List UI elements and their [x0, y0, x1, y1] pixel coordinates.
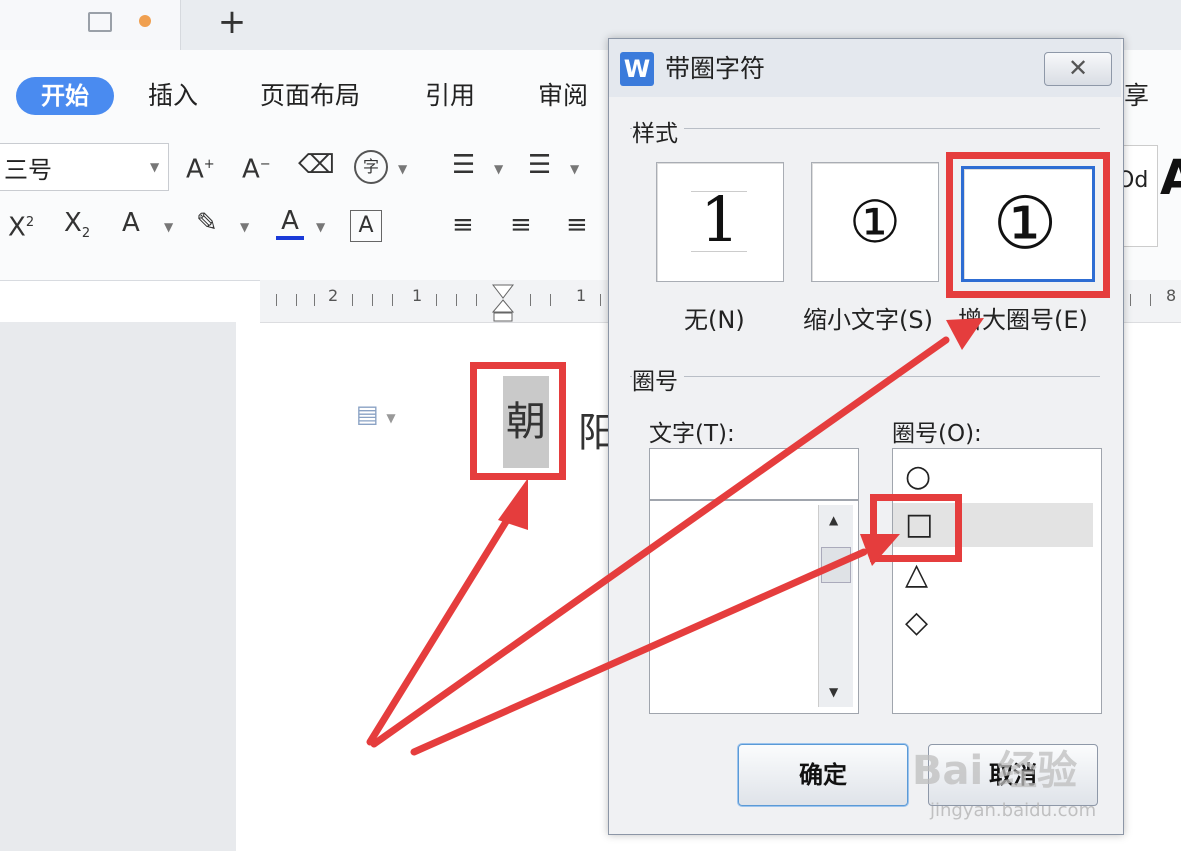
annotation-arrows [366, 318, 984, 756]
baidu-watermark-url: jingyan.baidu.com [930, 800, 1097, 821]
baidu-watermark: Bai 经验 [912, 748, 1078, 794]
